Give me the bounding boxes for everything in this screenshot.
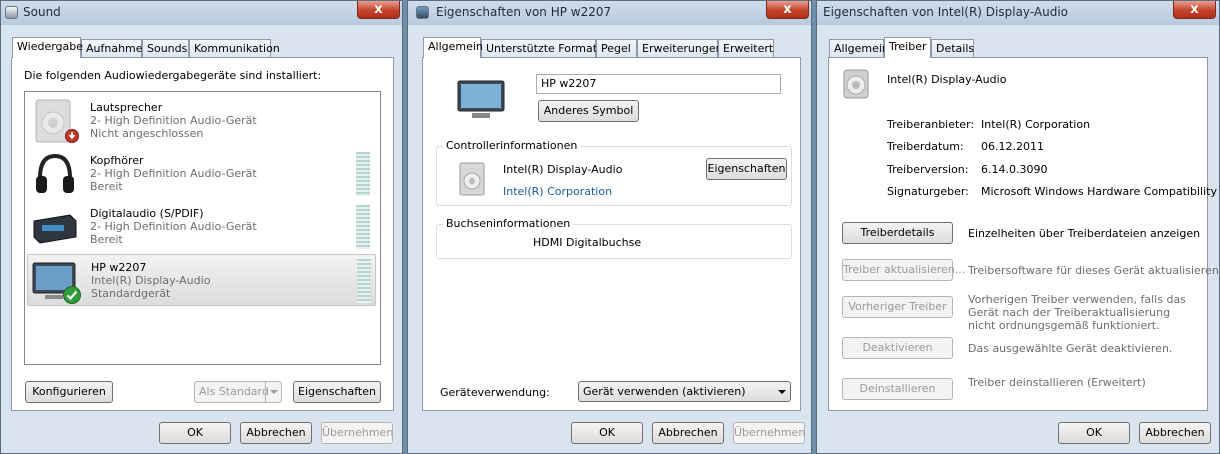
dropdown-arrow-icon[interactable] — [265, 382, 281, 402]
intel-titlebar[interactable]: Eigenschaften von Intel(R) Display-Audio… — [817, 1, 1219, 25]
disconnected-badge — [65, 129, 79, 143]
controller-name: Intel(R) Display-Audio — [503, 163, 623, 176]
driver-provider-value: Intel(R) Corporation — [981, 118, 1091, 131]
device-name: Intel(R) Display-Audio — [887, 73, 1007, 86]
device-name-field[interactable]: HP w2207 — [536, 74, 781, 94]
tab-aufnahme[interactable]: Aufnahme — [81, 39, 143, 57]
tab-sounds[interactable]: Sounds — [142, 39, 189, 57]
monitor-app-icon — [416, 6, 429, 19]
change-icon-button[interactable]: Anderes Symbol — [538, 100, 639, 122]
playback-device-list[interactable]: Lautsprecher 2- High Definition Audio-Ge… — [24, 91, 381, 365]
driver-date-label: Treiberdatum: — [887, 140, 964, 153]
level-meter — [357, 259, 371, 303]
device-name: HP w2207 — [91, 261, 147, 274]
chevron-down-icon — [778, 390, 786, 394]
controller-vendor: Intel(R) Corporation — [503, 185, 613, 198]
device-status: Nicht angeschlossen — [90, 127, 204, 140]
disable-button[interactable]: Deaktivieren — [842, 337, 953, 359]
close-button[interactable]: x — [357, 1, 400, 19]
cancel-button[interactable]: Abbrechen — [240, 422, 312, 444]
apply-button[interactable]: Übernehmen — [321, 422, 393, 444]
device-description: Intel(R) Display-Audio — [91, 274, 211, 287]
close-button[interactable]: x — [1173, 1, 1216, 19]
device-usage-label: Geräteverwendung: — [440, 386, 550, 399]
list-item[interactable]: HP w2207 Intel(R) Display-Audio Standard… — [27, 254, 376, 306]
driver-provider-label: Treiberanbieter: — [887, 118, 975, 131]
device-description: 2- High Definition Audio-Gerät — [90, 220, 257, 233]
tab-unterstuetzte-formate[interactable]: Unterstützte Formate — [481, 39, 604, 57]
window-title: Sound — [23, 5, 61, 19]
driver-date-value: 06.12.2011 — [981, 140, 1044, 153]
default-check-badge — [63, 286, 81, 304]
properties-button[interactable]: Eigenschaften — [293, 381, 381, 403]
update-driver-button[interactable]: Treiber aktualisieren... — [842, 259, 965, 281]
device-description: 2- High Definition Audio-Gerät — [90, 114, 257, 127]
rollback-driver-desc: Vorherigen Treiber verwenden, falls das … — [968, 293, 1186, 332]
device-name: Digitalaudio (S/PDIF) — [90, 207, 204, 220]
hp-properties-window: Eigenschaften von HP w2207 x Allgemein U… — [407, 0, 812, 454]
level-meter — [356, 205, 370, 249]
speaker-icon — [843, 69, 869, 99]
tab-pegel[interactable]: Pegel — [596, 39, 637, 57]
speaker-app-icon — [5, 6, 18, 19]
list-item[interactable]: Kopfhörer 2- High Definition Audio-Gerät… — [27, 148, 376, 200]
signer-label: Signaturgeber: — [887, 185, 969, 198]
sound-window: Sound x Wiedergabe Aufnahme Sounds Kommu… — [0, 0, 403, 454]
device-name: Lautsprecher — [90, 101, 163, 114]
driver-version-value: 6.14.0.3090 — [981, 163, 1048, 176]
hp-titlebar[interactable]: Eigenschaften von HP w2207 x — [408, 1, 811, 25]
digital-audio-icon — [33, 214, 77, 244]
uninstall-desc: Treiber deinstallieren (Erweitert) — [968, 376, 1146, 389]
ok-button[interactable]: OK — [571, 422, 643, 444]
close-button[interactable]: x — [766, 1, 809, 19]
headphones-icon — [36, 153, 74, 193]
cancel-button[interactable]: Abbrechen — [652, 422, 724, 444]
device-name: Kopfhörer — [90, 154, 144, 167]
tab-allgemein[interactable]: Allgemein — [829, 39, 889, 57]
update-driver-desc: Treibersoftware für dieses Gerät aktuali… — [968, 264, 1219, 277]
monitor-icon — [457, 80, 505, 118]
device-status: Standardgerät — [91, 287, 171, 300]
driver-details-button[interactable]: Treiberdetails — [842, 222, 953, 244]
cancel-button[interactable]: Abbrechen — [1139, 422, 1211, 444]
rollback-driver-button[interactable]: Vorheriger Treiber — [842, 296, 953, 318]
controller-info-title: Controllerinformationen — [443, 139, 581, 152]
tab-wiedergabe[interactable]: Wiedergabe — [12, 37, 83, 58]
device-status: Bereit — [90, 233, 123, 246]
tab-erweiterungen[interactable]: Erweiterungen — [637, 39, 723, 57]
tab-treiber[interactable]: Treiber — [884, 37, 931, 58]
level-meter — [356, 152, 370, 196]
device-usage-value: Gerät verwenden (aktivieren) — [583, 385, 746, 398]
driver-version-label: Treiberversion: — [887, 163, 969, 176]
sound-titlebar[interactable]: Sound x — [1, 1, 402, 25]
configure-button[interactable]: Konfigurieren — [25, 381, 113, 403]
ok-button[interactable]: OK — [159, 422, 231, 444]
set-default-button[interactable]: Als Standard — [194, 381, 282, 403]
controller-properties-button[interactable]: Eigenschaften — [706, 158, 787, 180]
list-item[interactable]: Lautsprecher 2- High Definition Audio-Ge… — [27, 95, 376, 147]
uninstall-button[interactable]: Deinstallieren — [842, 378, 953, 400]
instruction-text: Die folgenden Audiowiedergabegeräte sind… — [24, 69, 322, 82]
list-item[interactable]: Digitalaudio (S/PDIF) 2- High Definition… — [27, 201, 376, 253]
window-title: Eigenschaften von Intel(R) Display-Audio — [823, 5, 1068, 19]
device-status: Bereit — [90, 180, 123, 193]
intel-properties-window: Eigenschaften von Intel(R) Display-Audio… — [816, 0, 1220, 454]
jack-value: HDMI Digitalbuchse — [533, 236, 642, 249]
disable-desc: Das ausgewählte Gerät deaktivieren. — [968, 342, 1173, 355]
tab-erweitert[interactable]: Erweitert — [718, 39, 774, 57]
ok-button[interactable]: OK — [1058, 422, 1130, 444]
apply-button[interactable]: Übernehmen — [733, 422, 805, 444]
signer-value: Microsoft Windows Hardware Compatibility — [981, 185, 1217, 198]
tab-kommunikation[interactable]: Kommunikation — [189, 39, 280, 57]
driver-details-desc: Einzelheiten über Treiberdateien anzeige… — [968, 227, 1201, 240]
set-default-label: Als Standard — [199, 385, 269, 398]
device-usage-select[interactable]: Gerät verwenden (aktivieren) — [578, 381, 791, 402]
tab-allgemein[interactable]: Allgemein — [423, 37, 483, 58]
window-title: Eigenschaften von HP w2207 — [436, 5, 612, 19]
jack-info-title: Buchseninformationen — [443, 217, 574, 230]
speaker-icon — [459, 162, 485, 196]
device-description: 2- High Definition Audio-Gerät — [90, 167, 257, 180]
tab-details[interactable]: Details — [931, 39, 974, 57]
